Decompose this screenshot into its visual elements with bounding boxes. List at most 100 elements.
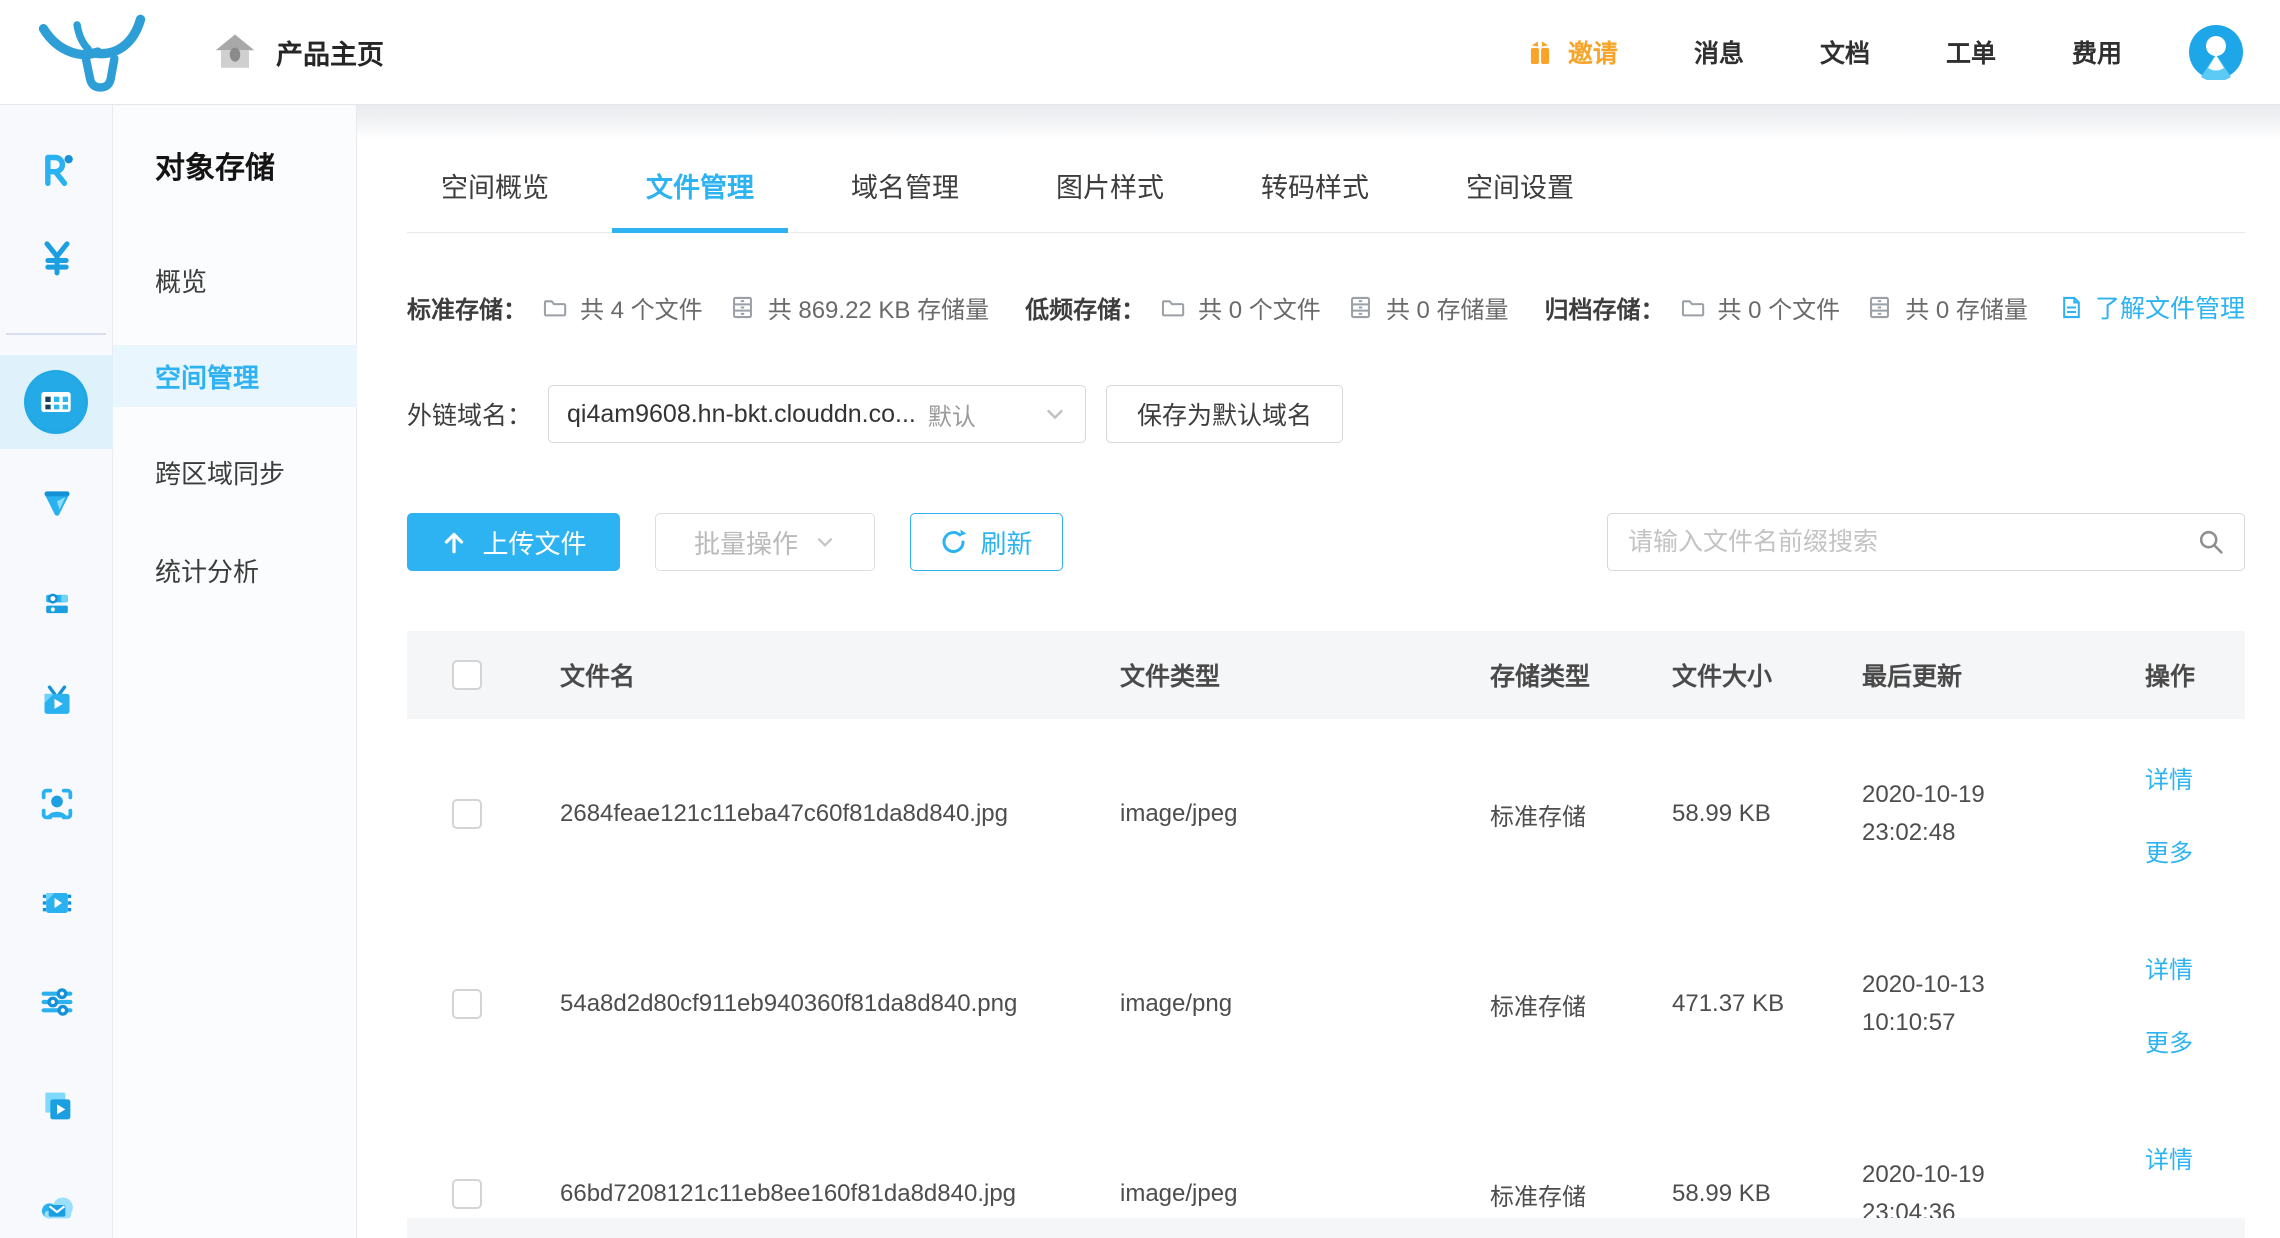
nav-docs[interactable]: 文档	[1820, 34, 1870, 70]
tab-space-overview[interactable]: 空间概览	[407, 139, 583, 232]
ia-volume: 共 0 存储量	[1386, 290, 1509, 325]
row-checkbox[interactable]	[452, 1179, 482, 1209]
server-list-icon[interactable]	[0, 584, 113, 624]
nav-messages[interactable]: 消息	[1694, 34, 1744, 70]
file-table: 文件名 文件类型 存储类型 文件大小 最后更新 操作 2684feae121c1…	[407, 631, 2245, 1238]
bottom-strip	[407, 1218, 2245, 1238]
detail-link[interactable]: 详情	[2145, 1140, 2193, 1175]
folder-icon	[1679, 294, 1706, 321]
sidebar-item-space-management[interactable]: 空间管理	[113, 345, 357, 407]
yen-icon[interactable]	[0, 238, 113, 278]
bucket-card: 空间概览 文件管理 域名管理 图片样式 转码样式 空间设置 标准存储： 共 4 …	[357, 139, 2280, 1238]
file-type: image/jpeg	[1120, 1180, 1490, 1208]
batch-operations-button[interactable]: 批量操作	[655, 513, 875, 571]
header-file-name: 文件名	[560, 657, 1120, 693]
detail-link[interactable]: 详情	[2145, 950, 2193, 985]
standard-volume: 共 869.22 KB 存储量	[768, 290, 989, 325]
file-size: 471.37 KB	[1672, 985, 1792, 1023]
video-film-icon[interactable]	[0, 883, 113, 923]
header-last-updated: 最后更新	[1862, 657, 2145, 693]
upload-label: 上传文件	[482, 524, 586, 561]
header-shadow-band	[357, 105, 2280, 139]
row-checkbox[interactable]	[452, 799, 482, 829]
body-layout: 对象存储 概览 空间管理 跨区域同步 统计分析 空间概览 文件管理 域名管理 图…	[0, 105, 2280, 1238]
video-copy-icon[interactable]	[0, 1086, 113, 1126]
detail-link[interactable]: 详情	[2145, 760, 2193, 795]
object-storage-grid-icon[interactable]	[24, 370, 88, 434]
file-name: 66bd7208121c11eb8ee160f81da8d840.jpg	[560, 1175, 1030, 1213]
external-domain-label: 外链域名：	[407, 396, 532, 432]
main-content: 空间概览 文件管理 域名管理 图片样式 转码样式 空间设置 标准存储： 共 4 …	[357, 105, 2280, 1238]
header-file-size: 文件大小	[1672, 657, 1862, 693]
domain-value: qi4am9608.hn-bkt.clouddn.co...	[567, 400, 916, 429]
search-icon[interactable]	[2196, 527, 2226, 557]
storage-type: 标准存储	[1490, 987, 1672, 1022]
sidebar-item-cross-region-sync[interactable]: 跨区域同步	[113, 441, 357, 503]
r-badge-icon[interactable]	[0, 150, 113, 190]
home-icon	[214, 31, 256, 73]
batch-label: 批量操作	[694, 524, 798, 561]
learn-file-management-link[interactable]: 了解文件管理	[2058, 289, 2245, 325]
product-home-link[interactable]: 产品主页	[214, 31, 384, 73]
chevron-down-icon	[814, 531, 836, 553]
file-toolbar: 上传文件 批量操作 刷新	[407, 513, 2245, 571]
upload-file-button[interactable]: 上传文件	[407, 513, 620, 571]
header-storage-type: 存储类型	[1490, 657, 1672, 693]
file-name: 54a8d2d80cf911eb940360f81da8d840.png	[560, 985, 1030, 1023]
chevron-down-icon	[1043, 402, 1067, 426]
user-avatar[interactable]	[2188, 24, 2244, 80]
file-type: image/png	[1120, 990, 1490, 1018]
help-link-label: 了解文件管理	[2095, 289, 2245, 325]
gift-icon	[1524, 36, 1556, 68]
file-search-box[interactable]	[1607, 513, 2245, 571]
refresh-icon	[940, 528, 968, 556]
header-file-type: 文件类型	[1120, 657, 1490, 693]
folder-icon	[541, 294, 568, 321]
row-checkbox[interactable]	[452, 989, 482, 1019]
cloud-mail-icon[interactable]	[0, 1185, 113, 1225]
header-actions: 操作	[2145, 657, 2245, 693]
file-table-header: 文件名 文件类型 存储类型 文件大小 最后更新 操作	[407, 631, 2245, 719]
qiniu-bull-logo-icon[interactable]	[36, 10, 148, 94]
folder-icon	[1159, 294, 1186, 321]
tab-transcode-styles[interactable]: 转码样式	[1227, 139, 1403, 232]
document-icon	[2058, 294, 2085, 321]
select-all-checkbox[interactable]	[452, 660, 482, 690]
domain-select[interactable]: qi4am9608.hn-bkt.clouddn.co... 默认	[548, 385, 1086, 443]
search-input[interactable]	[1626, 527, 2196, 558]
nav-tickets[interactable]: 工单	[1946, 34, 1996, 70]
sidebar-item-overview[interactable]: 概览	[113, 249, 357, 311]
save-default-domain-button[interactable]: 保存为默认域名	[1106, 385, 1343, 443]
console-app: 产品主页 邀请 消息 文档 工单 费用	[0, 0, 2280, 1238]
top-bar: 产品主页 邀请 消息 文档 工单 费用	[0, 0, 2280, 105]
invite-link[interactable]: 邀请	[1524, 34, 1618, 70]
volume-icon	[1347, 294, 1374, 321]
media-tv-icon[interactable]	[0, 683, 113, 723]
tuning-sliders-icon[interactable]	[0, 982, 113, 1022]
tab-space-settings[interactable]: 空间设置	[1432, 139, 1608, 232]
standard-storage-label: 标准存储：	[407, 290, 527, 325]
archive-storage-label: 归档存储：	[1545, 290, 1665, 325]
more-link[interactable]: 更多	[2145, 833, 2193, 868]
volume-icon	[1866, 294, 1893, 321]
sidebar-item-statistics[interactable]: 统计分析	[113, 539, 357, 601]
file-size: 58.99 KB	[1672, 1175, 1792, 1213]
last-updated: 2020-10-19 23:02:48	[1862, 776, 2024, 853]
cdn-funnel-icon[interactable]	[0, 483, 113, 523]
tab-domain-management[interactable]: 域名管理	[817, 139, 993, 232]
refresh-button[interactable]: 刷新	[910, 513, 1063, 571]
bucket-tabs: 空间概览 文件管理 域名管理 图片样式 转码样式 空间设置	[407, 139, 2245, 233]
refresh-label: 刷新	[980, 524, 1032, 561]
nav-billing[interactable]: 费用	[2072, 34, 2122, 70]
last-updated: 2020-10-13 10:10:57	[1862, 966, 2024, 1043]
standard-file-count: 共 4 个文件	[580, 290, 703, 325]
face-recognition-icon[interactable]	[0, 784, 113, 824]
rail-divider	[6, 333, 106, 335]
storage-type: 标准存储	[1490, 1177, 1672, 1212]
tab-file-management[interactable]: 文件管理	[612, 139, 788, 232]
more-link[interactable]: 更多	[2145, 1023, 2193, 1058]
file-size: 58.99 KB	[1672, 795, 1792, 833]
object-storage-sidebar: 对象存储 概览 空间管理 跨区域同步 统计分析	[113, 105, 357, 1238]
tab-image-styles[interactable]: 图片样式	[1022, 139, 1198, 232]
upload-arrow-icon	[440, 528, 468, 556]
